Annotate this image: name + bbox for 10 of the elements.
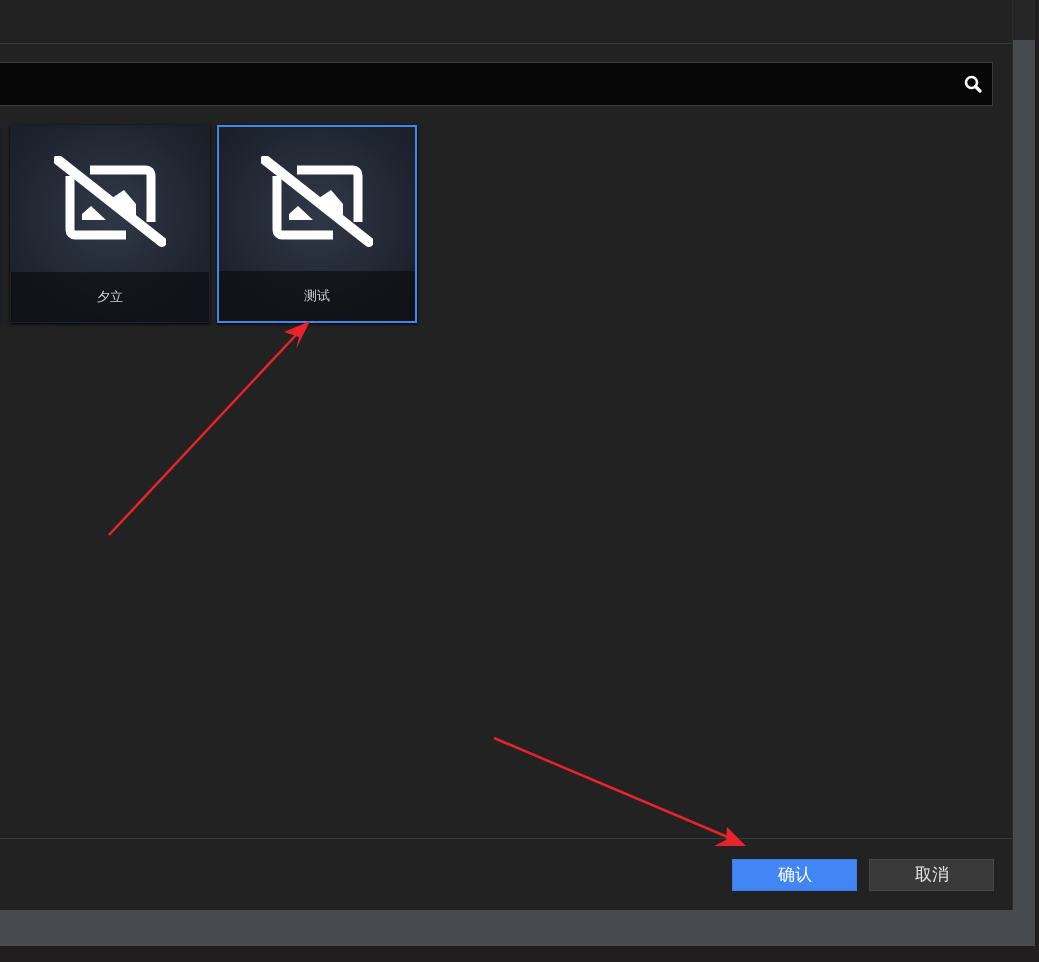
confirm-button[interactable]: 确认 bbox=[732, 858, 857, 891]
image-tile[interactable]: 测试 bbox=[217, 125, 417, 323]
cancel-button[interactable]: 取消 bbox=[869, 858, 994, 891]
tile-label: 夕立 bbox=[11, 272, 209, 322]
tile-label: 测试 bbox=[219, 271, 415, 321]
search-field[interactable] bbox=[0, 62, 993, 106]
no-image-icon bbox=[261, 156, 373, 248]
search-icon[interactable] bbox=[964, 75, 982, 93]
no-image-icon bbox=[54, 156, 166, 248]
image-tile[interactable]: 夕立 bbox=[10, 125, 210, 323]
